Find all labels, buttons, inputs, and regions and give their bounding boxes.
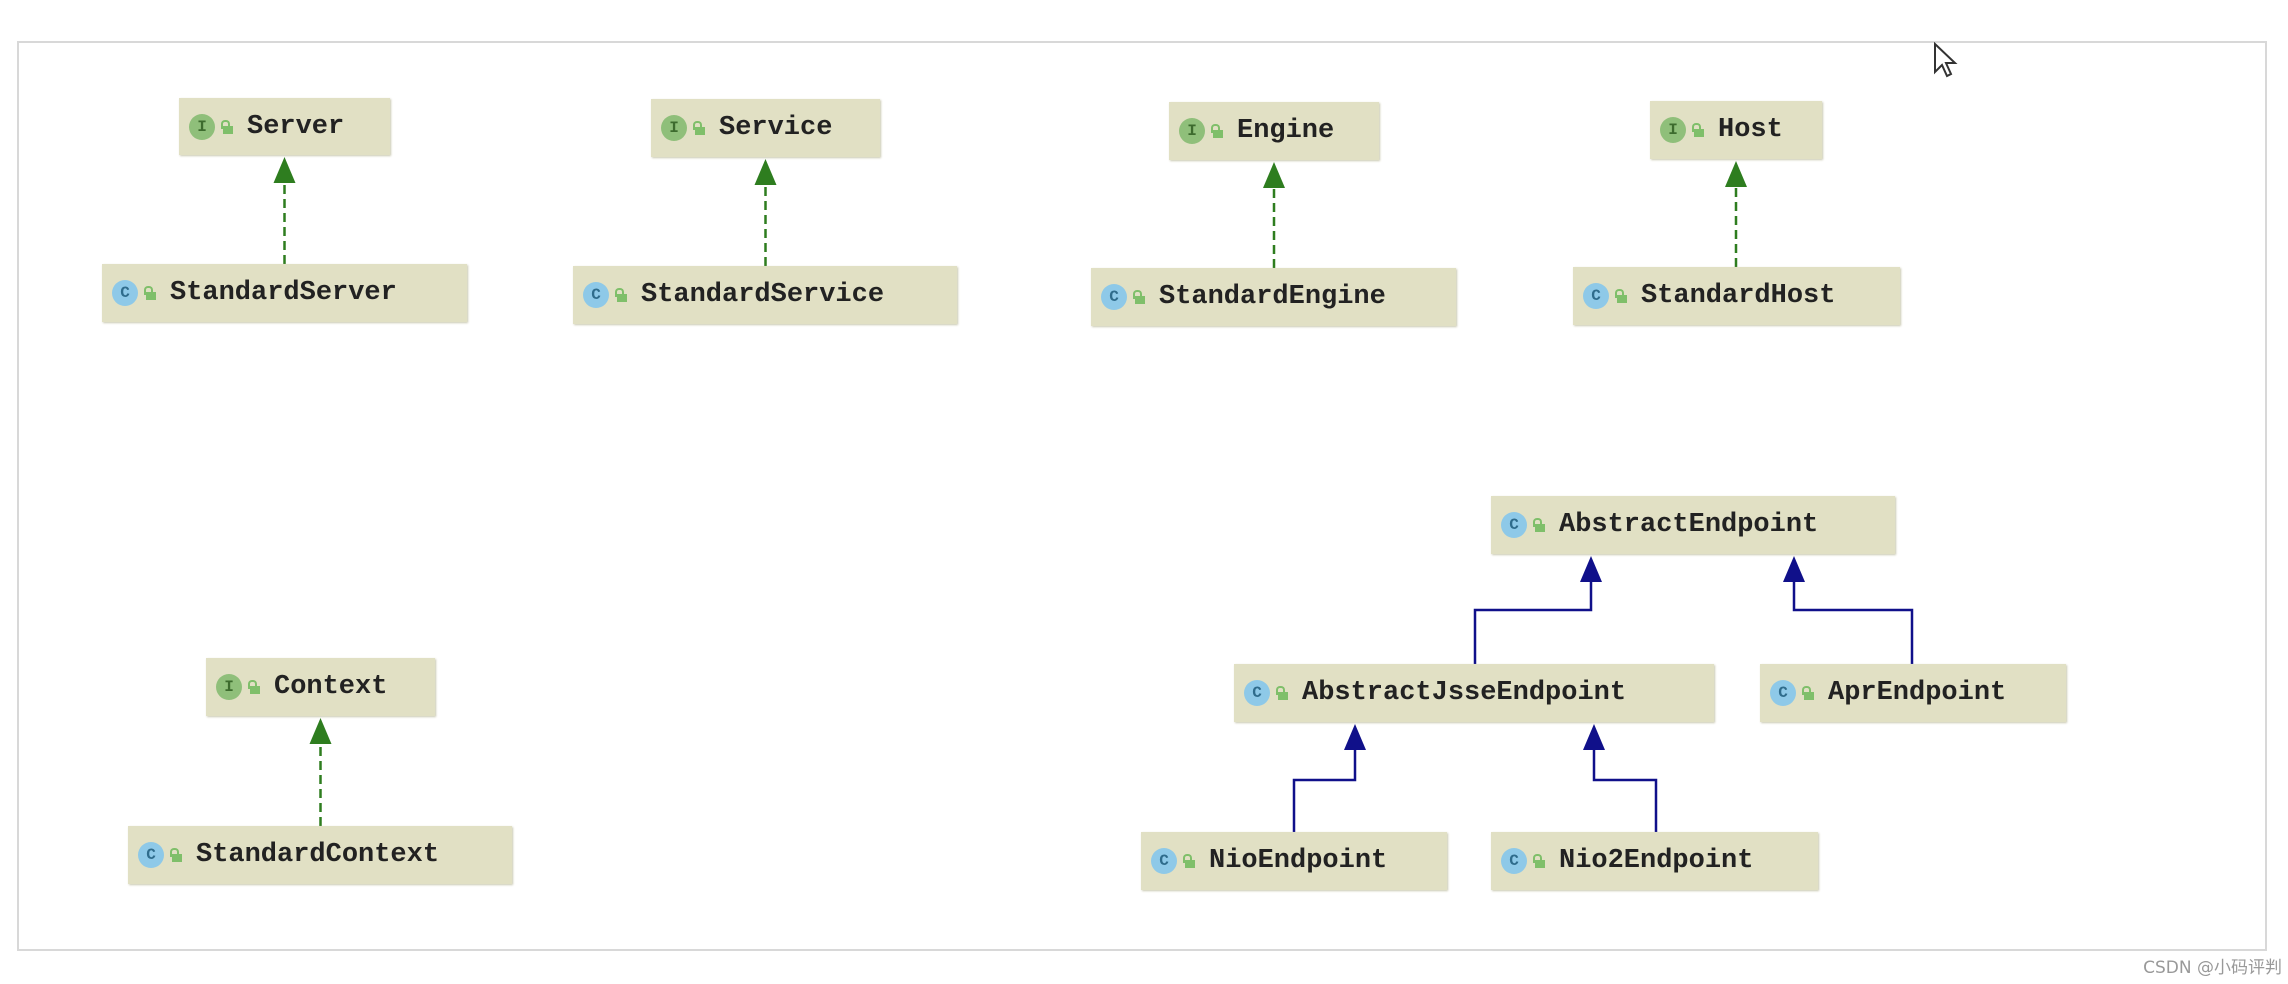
class-node-nio-endpoint[interactable]: C NioEndpoint [1141,832,1447,890]
class-node-standard-host[interactable]: C StandardHost [1573,267,1900,325]
class-node-host[interactable]: I Host [1650,101,1822,159]
class-icon: C [138,842,164,868]
class-name: StandardContext [196,840,440,870]
interface-icon: I [189,113,215,140]
edge-line [1292,748,1357,832]
class-icon: C [1101,284,1127,310]
class-icon: C [1770,680,1796,706]
public-lock-icon [615,288,627,302]
public-lock-icon [1533,518,1545,532]
class-name: Server [247,111,345,142]
class-name: NioEndpoint [1209,846,1388,876]
public-lock-icon [1183,854,1195,868]
class-node-nio2-endpoint[interactable]: C Nio2Endpoint [1491,832,1818,890]
public-lock-icon [221,119,233,134]
public-lock-icon [144,286,156,300]
public-lock-icon [248,680,260,694]
arrowhead-icon [1344,724,1366,750]
class-node-standard-service[interactable]: C StandardService [573,266,957,324]
edge-abstract-jsse-endpoint-to-abstract-endpoint [1473,556,1602,664]
class-name: AbstractEndpoint [1559,510,1819,540]
public-lock-icon [1615,289,1627,303]
class-icon: C [112,280,138,306]
arrowhead-icon [1263,162,1285,188]
class-node-abstract-jsse-endpoint[interactable]: C AbstractJsseEndpoint [1234,664,1714,722]
public-lock-icon [1533,854,1545,868]
edge-standard-host-to-host [1725,161,1747,267]
edge-standard-context-to-context [309,718,332,826]
arrowhead-icon [754,159,777,185]
public-lock-icon [1802,686,1814,700]
class-name: Context [274,672,388,702]
public-lock-icon [1692,123,1704,137]
class-icon: C [1151,848,1177,874]
class-name: Engine [1237,116,1335,146]
class-name: Service [719,113,833,143]
class-name: AbstractJsseEndpoint [1302,678,1627,708]
class-name: StandardEngine [1159,282,1386,312]
interface-icon: I [661,115,687,141]
class-node-server[interactable]: I Server [179,98,390,155]
class-node-standard-server[interactable]: C StandardServer [102,264,467,322]
mouse-cursor-icon [1934,42,1958,78]
class-node-service[interactable]: I Service [651,99,880,157]
class-node-engine[interactable]: I Engine [1169,102,1379,160]
edge-line [1592,748,1658,832]
class-icon: C [1501,848,1527,874]
public-lock-icon [1133,290,1145,304]
public-lock-icon [693,121,705,135]
interface-icon: I [1660,117,1686,143]
class-node-standard-engine[interactable]: C StandardEngine [1091,268,1456,326]
interface-icon: I [1179,118,1205,144]
arrowhead-icon [1783,556,1805,582]
arrowhead-icon [309,718,332,744]
class-name: Host [1718,115,1783,145]
class-icon: C [583,282,609,308]
edge-line [1792,580,1914,664]
edge-apr-endpoint-to-abstract-endpoint [1783,556,1914,664]
class-node-abstract-endpoint[interactable]: C AbstractEndpoint [1491,496,1895,554]
class-name: Nio2Endpoint [1559,846,1754,876]
class-icon: C [1583,283,1609,309]
class-name: StandardService [641,280,885,310]
edge-standard-service-to-service [754,159,777,266]
class-icon: C [1501,512,1527,538]
edge-nio2-endpoint-to-abstract-jsse-endpoint [1583,724,1658,832]
public-lock-icon [1211,124,1223,138]
arrowhead-icon [1583,724,1605,750]
class-name: StandardHost [1641,281,1836,311]
class-icon: C [1244,680,1270,706]
class-node-context[interactable]: I Context [206,658,435,716]
edge-standard-engine-to-engine [1263,162,1285,268]
arrowhead-icon [1725,161,1747,187]
class-node-standard-context[interactable]: C StandardContext [128,826,512,884]
edge-line [1473,580,1593,664]
public-lock-icon [1276,686,1288,700]
watermark: CSDN @小码评判 [2143,958,2282,978]
edge-nio-endpoint-to-abstract-jsse-endpoint [1292,724,1366,832]
arrowhead-icon [273,157,296,183]
interface-icon: I [216,674,242,700]
public-lock-icon [170,848,182,862]
class-name: StandardServer [170,278,397,308]
edge-standard-server-to-server [273,157,296,264]
class-node-apr-endpoint[interactable]: C AprEndpoint [1760,664,2066,722]
arrowhead-icon [1580,556,1602,582]
class-name: AprEndpoint [1828,678,2007,708]
